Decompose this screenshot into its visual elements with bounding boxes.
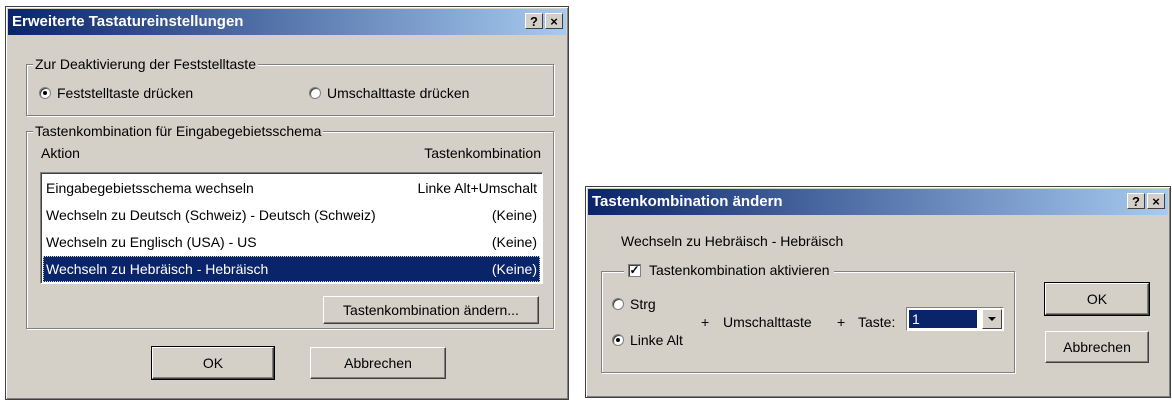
radio-label: Feststelltaste drücken bbox=[57, 85, 194, 101]
plus-sign: + bbox=[701, 314, 710, 330]
help-button[interactable]: ? bbox=[1127, 193, 1145, 209]
close-button[interactable]: × bbox=[1147, 193, 1165, 209]
enable-checkbox[interactable]: ✓ Tastenkombination aktivieren bbox=[624, 262, 834, 278]
hotkey-group-legend: Tastenkombination für Eingabegebietssche… bbox=[33, 123, 324, 139]
radio-dot[interactable] bbox=[612, 334, 624, 346]
list-item[interactable]: Wechseln zu Englisch (USA) - US (Keine) bbox=[43, 229, 540, 255]
change-hotkey-button[interactable]: Tastenkombination ändern... bbox=[323, 296, 539, 324]
dialog-title: Tastenkombination ändern bbox=[592, 193, 783, 210]
ok-button[interactable]: OK bbox=[1044, 282, 1150, 316]
list-item[interactable]: Eingabegebietsschema wechseln Linke Alt+… bbox=[43, 175, 540, 201]
hotkey-group: Tastenkombination für Eingabegebietssche… bbox=[26, 123, 554, 329]
list-item-action: Wechseln zu Englisch (USA) - US bbox=[46, 234, 257, 250]
radio-dot[interactable] bbox=[39, 87, 51, 99]
capslock-group-legend: Zur Deaktivierung der Feststelltaste bbox=[33, 56, 258, 72]
list-item-keys: (Keine) bbox=[491, 234, 537, 250]
key-label: Taste: bbox=[858, 314, 896, 330]
ok-button[interactable]: OK bbox=[151, 346, 275, 380]
cancel-button[interactable]: Abbrechen bbox=[310, 347, 446, 379]
subject-label: Wechseln zu Hebräisch - Hebräisch bbox=[621, 233, 844, 249]
hotkey-list[interactable]: Eingabegebietsschema wechseln Linke Alt+… bbox=[40, 172, 543, 284]
chevron-down-icon[interactable] bbox=[982, 309, 1002, 329]
capslock-group: Zur Deaktivierung der Feststelltaste Fes… bbox=[26, 56, 554, 116]
radio-label: Strg bbox=[630, 296, 656, 312]
radio-press-shift[interactable]: Umschalttaste drücken bbox=[309, 85, 469, 101]
list-item-action: Wechseln zu Deutsch (Schweiz) - Deutsch … bbox=[46, 207, 376, 223]
radio-dot[interactable] bbox=[612, 298, 624, 310]
change-hotkey-dialog: Tastenkombination ändern ? × Wechseln zu… bbox=[585, 186, 1171, 398]
column-header-action: Aktion bbox=[41, 145, 80, 161]
cancel-button[interactable]: Abbrechen bbox=[1045, 331, 1149, 363]
radio-label: Linke Alt bbox=[630, 332, 683, 348]
list-item-keys: Linke Alt+Umschalt bbox=[417, 180, 537, 196]
hotkey-enable-group: ✓ Tastenkombination aktivieren Strg Link… bbox=[601, 262, 1015, 373]
checkbox-box[interactable]: ✓ bbox=[628, 263, 641, 277]
enable-label: Tastenkombination aktivieren bbox=[649, 262, 830, 278]
help-button[interactable]: ? bbox=[525, 13, 543, 29]
title-bar[interactable]: Erweiterte Tastatureinstellungen ? × bbox=[8, 9, 566, 35]
radio-ctrl[interactable]: Strg bbox=[612, 296, 656, 312]
list-item-action: Wechseln zu Hebräisch - Hebräisch bbox=[46, 261, 269, 277]
list-item-selected[interactable]: Wechseln zu Hebräisch - Hebräisch (Keine… bbox=[43, 256, 540, 282]
close-button[interactable]: × bbox=[545, 13, 563, 29]
title-bar[interactable]: Tastenkombination ändern ? × bbox=[588, 189, 1168, 215]
column-header-keys: Tastenkombination bbox=[424, 145, 541, 161]
list-item-action: Eingabegebietsschema wechseln bbox=[46, 180, 254, 196]
radio-label: Umschalttaste drücken bbox=[327, 85, 470, 101]
key-select-value: 1 bbox=[909, 310, 977, 328]
key-select[interactable]: 1 bbox=[906, 307, 1004, 331]
list-item-keys: (Keine) bbox=[491, 261, 537, 277]
list-item-keys: (Keine) bbox=[491, 207, 537, 223]
advanced-keyboard-settings-dialog: Erweiterte Tastatureinstellungen ? × Zur… bbox=[5, 6, 569, 400]
list-item[interactable]: Wechseln zu Deutsch (Schweiz) - Deutsch … bbox=[43, 202, 540, 228]
dialog-title: Erweiterte Tastatureinstellungen bbox=[12, 13, 244, 30]
radio-press-capslock[interactable]: Feststelltaste drücken bbox=[39, 85, 193, 101]
plus-sign: + bbox=[837, 314, 846, 330]
radio-left-alt[interactable]: Linke Alt bbox=[612, 332, 683, 348]
radio-dot[interactable] bbox=[309, 87, 321, 99]
shift-label: Umschalttaste bbox=[723, 314, 812, 330]
